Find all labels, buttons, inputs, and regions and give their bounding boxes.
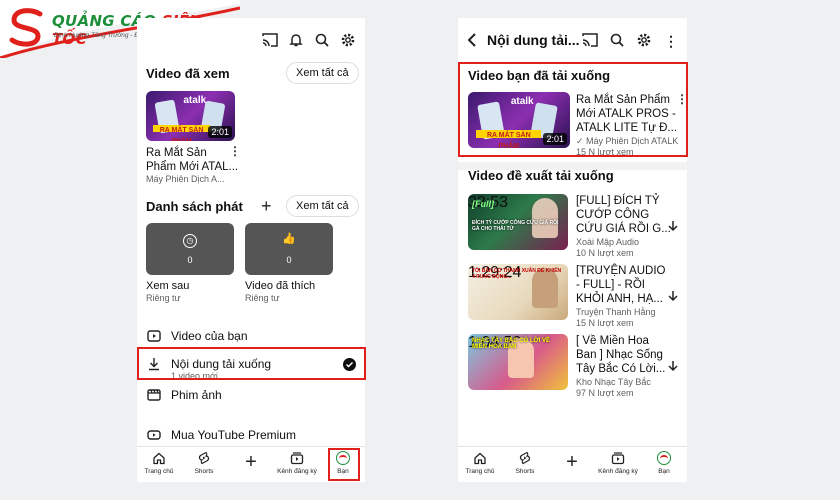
suggested-video-title[interactable]: [TRUYỆN AUDIO - FULL] - RỒI KHỎI ANH, HẠ..… [576, 264, 665, 306]
playlist-privacy: Riêng tư [146, 293, 181, 303]
suggested-video-channel: Truyện Thanh Hằng [576, 307, 656, 317]
suggested-video-views: 15 N lượt xem [576, 318, 634, 328]
gear-icon[interactable] [635, 32, 653, 50]
history-video-channel: Máy Phiên Dịch A... [146, 174, 225, 184]
playlist-watch-later-card[interactable]: ◷ 0 [146, 223, 234, 275]
menu-movies[interactable]: Phim ảnh [137, 380, 365, 410]
suggested-video-views: 10 N lượt xem [576, 248, 634, 258]
playlist-title[interactable]: Xem sau [146, 280, 189, 292]
highlight-you-tab [328, 448, 360, 481]
cast-icon[interactable] [581, 32, 599, 50]
video-duration: 2:01 [208, 126, 232, 138]
page-title: Nội dung tải... [487, 32, 580, 48]
clock-icon: ◷ [183, 234, 197, 248]
nav-home[interactable]: Trang chủ [458, 451, 502, 475]
shorts-icon [503, 451, 547, 467]
thumbs-up-icon: 👍 [282, 233, 296, 245]
film-icon [147, 388, 161, 402]
suggested-video-channel: Kho Nhạc Tây Bắc [576, 377, 651, 387]
left-top-bar [137, 28, 365, 54]
search-icon[interactable] [313, 32, 331, 50]
suggested-video-title[interactable]: [ Về Miền Hoa Ban ] Nhạc Sống Tây Bắc Có L… [576, 334, 665, 376]
play-box-icon [147, 329, 161, 343]
playlists-title: Danh sách phát [146, 199, 243, 214]
playlist-title[interactable]: Video đã thích [245, 280, 315, 292]
avatar-icon [657, 451, 671, 465]
more-vert-icon[interactable]: ⋮ [662, 32, 680, 50]
nav-subscriptions[interactable]: Kênh đăng ký [596, 451, 640, 475]
history-video-title[interactable]: Ra Mắt Sản Phẩm Mới ATAL... [146, 146, 238, 174]
playlist-privacy: Riêng tư [245, 293, 280, 303]
home-icon [458, 451, 502, 467]
highlight-downloads [137, 347, 366, 380]
suggested-video-title[interactable]: [FULL] ĐÍCH TỶ CƯỚP CÔNG CỨU GIÁ RỒI G... [576, 194, 671, 236]
nav-home[interactable]: Trang chủ [137, 451, 181, 475]
gear-icon[interactable] [339, 32, 357, 50]
more-options-icon[interactable]: ⋮ [229, 144, 241, 158]
plus-icon: + [566, 451, 578, 473]
home-icon [137, 451, 181, 467]
nav-subscriptions[interactable]: Kênh đăng ký [275, 451, 319, 475]
add-playlist-icon[interactable]: + [261, 196, 272, 217]
create-button[interactable]: + [229, 451, 273, 473]
suggested-video-thumbnail[interactable]: NHẠC TÂY BẮC CÓ LỜI VỀ MIỀN HOA BAN 1:04… [468, 334, 568, 390]
download-icon[interactable] [667, 290, 679, 305]
history-title: Video đã xem [146, 66, 230, 81]
suggested-video-thumbnail[interactable]: TÔI BÁN CỔ THANH XUÂN ĐỂ KHIẾN 4 RUNG ĐỘ… [468, 264, 568, 320]
right-top-bar: Nội dung tải... ⋮ [458, 28, 687, 54]
playlist-liked-card[interactable]: 👍 0 [245, 223, 333, 275]
download-icon[interactable] [667, 360, 679, 375]
playlists-see-all-button[interactable]: Xem tất cả [286, 195, 359, 217]
search-icon[interactable] [608, 32, 626, 50]
right-bottom-nav: Trang chủ Shorts + Kênh đăng ký Bạn [458, 446, 687, 482]
suggested-title: Video đề xuất tải xuống [468, 168, 614, 183]
subscriptions-icon [275, 451, 319, 467]
shorts-icon [182, 451, 226, 467]
left-phone-screen: Video đã xem Xem tất cả atalk RA MẮT SẢN… [137, 18, 365, 482]
create-button[interactable]: + [550, 451, 594, 473]
cast-icon[interactable] [261, 32, 279, 50]
history-see-all-button[interactable]: Xem tất cả [286, 62, 359, 84]
suggested-video-channel: Xoài Mập Audio [576, 237, 640, 247]
history-video-thumbnail[interactable]: atalk RA MẮT SẢN PHẨM 2:01 [146, 91, 235, 141]
nav-shorts[interactable]: Shorts [503, 451, 547, 475]
suggested-video-thumbnail[interactable]: [Full] ĐÍCH TỶ CƯỚP CÔNG CỨU GIÁ RỒI GẢ … [468, 194, 568, 250]
nav-shorts[interactable]: Shorts [182, 451, 226, 475]
back-arrow-icon[interactable] [464, 32, 482, 50]
youtube-icon [147, 428, 161, 442]
download-icon[interactable] [667, 220, 679, 235]
subscriptions-icon [596, 451, 640, 467]
bell-icon[interactable] [287, 32, 305, 50]
nav-you[interactable]: Bạn [642, 451, 686, 475]
suggested-video-views: 97 N lượt xem [576, 388, 634, 398]
plus-icon: + [245, 451, 257, 473]
highlight-downloaded-section [458, 62, 688, 157]
